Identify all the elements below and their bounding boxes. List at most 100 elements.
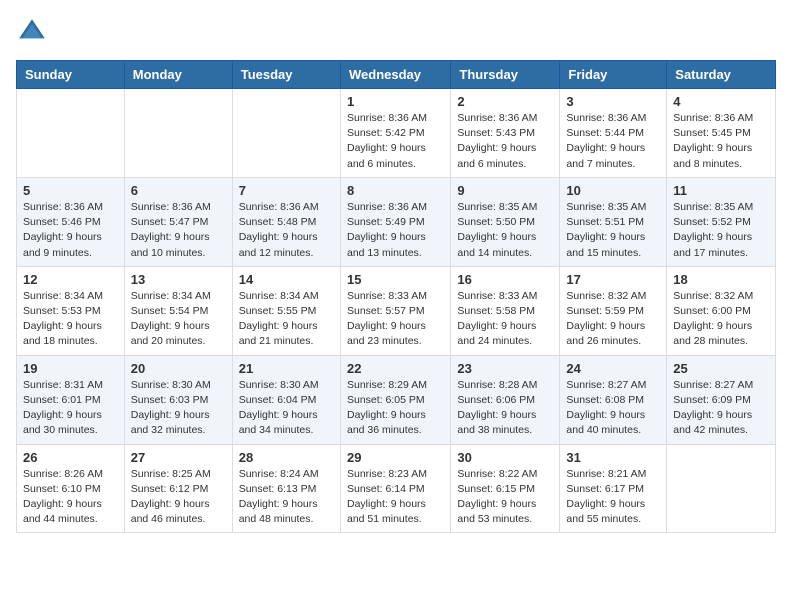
day-cell [17, 89, 125, 178]
calendar-header-row: SundayMondayTuesdayWednesdayThursdayFrid… [17, 61, 776, 89]
day-number: 13 [131, 272, 226, 287]
day-info: Sunrise: 8:24 AM Sunset: 6:13 PM Dayligh… [239, 467, 334, 528]
day-info: Sunrise: 8:27 AM Sunset: 6:09 PM Dayligh… [673, 378, 769, 439]
day-info: Sunrise: 8:36 AM Sunset: 5:48 PM Dayligh… [239, 200, 334, 261]
day-number: 11 [673, 183, 769, 198]
day-number: 23 [457, 361, 553, 376]
day-info: Sunrise: 8:34 AM Sunset: 5:53 PM Dayligh… [23, 289, 118, 350]
day-cell: 12 Sunrise: 8:34 AM Sunset: 5:53 PM Dayli… [17, 266, 125, 355]
day-info: Sunrise: 8:23 AM Sunset: 6:14 PM Dayligh… [347, 467, 444, 528]
day-cell: 13 Sunrise: 8:34 AM Sunset: 5:54 PM Dayli… [124, 266, 232, 355]
col-header-saturday: Saturday [667, 61, 776, 89]
day-cell: 31 Sunrise: 8:21 AM Sunset: 6:17 PM Dayli… [560, 444, 667, 533]
day-info: Sunrise: 8:32 AM Sunset: 6:00 PM Dayligh… [673, 289, 769, 350]
day-cell: 15Sunrise: 8:33 AM Sunset: 5:57 PM Dayli… [340, 266, 450, 355]
day-cell [667, 444, 776, 533]
day-info: Sunrise: 8:26 AM Sunset: 6:10 PM Dayligh… [23, 467, 118, 528]
day-number: 28 [239, 450, 334, 465]
day-info: Sunrise: 8:29 AM Sunset: 6:05 PM Dayligh… [347, 378, 444, 439]
day-cell: 4 Sunrise: 8:36 AM Sunset: 5:45 PM Daylig… [667, 89, 776, 178]
week-row-2: 5Sunrise: 8:36 AM Sunset: 5:46 PM Daylig… [17, 177, 776, 266]
day-cell [232, 89, 340, 178]
day-cell: 16 Sunrise: 8:33 AM Sunset: 5:58 PM Dayli… [451, 266, 560, 355]
day-cell: 2Sunrise: 8:36 AM Sunset: 5:43 PM Daylig… [451, 89, 560, 178]
day-cell: 7 Sunrise: 8:36 AM Sunset: 5:48 PM Daylig… [232, 177, 340, 266]
day-info: Sunrise: 8:35 AM Sunset: 5:51 PM Dayligh… [566, 200, 660, 261]
day-info: Sunrise: 8:36 AM Sunset: 5:47 PM Dayligh… [131, 200, 226, 261]
day-info: Sunrise: 8:25 AM Sunset: 6:12 PM Dayligh… [131, 467, 226, 528]
day-number: 19 [23, 361, 118, 376]
day-number: 10 [566, 183, 660, 198]
day-number: 29 [347, 450, 444, 465]
day-info: Sunrise: 8:33 AM Sunset: 5:58 PM Dayligh… [457, 289, 553, 350]
day-number: 3 [566, 94, 660, 109]
day-number: 12 [23, 272, 118, 287]
day-number: 18 [673, 272, 769, 287]
day-cell: 21 Sunrise: 8:30 AM Sunset: 6:04 PM Dayli… [232, 355, 340, 444]
week-row-4: 19 Sunrise: 8:31 AM Sunset: 6:01 PM Dayli… [17, 355, 776, 444]
day-cell: 9Sunrise: 8:35 AM Sunset: 5:50 PM Daylig… [451, 177, 560, 266]
day-number: 6 [131, 183, 226, 198]
day-info: Sunrise: 8:36 AM Sunset: 5:45 PM Dayligh… [673, 111, 769, 172]
day-cell: 8Sunrise: 8:36 AM Sunset: 5:49 PM Daylig… [340, 177, 450, 266]
day-cell: 27 Sunrise: 8:25 AM Sunset: 6:12 PM Dayli… [124, 444, 232, 533]
col-header-wednesday: Wednesday [340, 61, 450, 89]
day-cell: 30Sunrise: 8:22 AM Sunset: 6:15 PM Dayli… [451, 444, 560, 533]
day-number: 9 [457, 183, 553, 198]
day-info: Sunrise: 8:34 AM Sunset: 5:55 PM Dayligh… [239, 289, 334, 350]
day-cell: 17 Sunrise: 8:32 AM Sunset: 5:59 PM Dayli… [560, 266, 667, 355]
day-cell [124, 89, 232, 178]
day-number: 20 [131, 361, 226, 376]
calendar: SundayMondayTuesdayWednesdayThursdayFrid… [16, 60, 776, 533]
day-cell: 22 Sunrise: 8:29 AM Sunset: 6:05 PM Dayli… [340, 355, 450, 444]
logo [16, 16, 52, 48]
day-info: Sunrise: 8:34 AM Sunset: 5:54 PM Dayligh… [131, 289, 226, 350]
logo-icon [16, 16, 48, 48]
week-row-3: 12 Sunrise: 8:34 AM Sunset: 5:53 PM Dayli… [17, 266, 776, 355]
day-info: Sunrise: 8:32 AM Sunset: 5:59 PM Dayligh… [566, 289, 660, 350]
col-header-monday: Monday [124, 61, 232, 89]
day-number: 30 [457, 450, 553, 465]
day-info: Sunrise: 8:30 AM Sunset: 6:04 PM Dayligh… [239, 378, 334, 439]
day-info: Sunrise: 8:36 AM Sunset: 5:42 PM Dayligh… [347, 111, 444, 172]
day-number: 21 [239, 361, 334, 376]
day-info: Sunrise: 8:31 AM Sunset: 6:01 PM Dayligh… [23, 378, 118, 439]
day-info: Sunrise: 8:36 AM Sunset: 5:46 PM Dayligh… [23, 200, 118, 261]
day-number: 14 [239, 272, 334, 287]
day-number: 31 [566, 450, 660, 465]
day-cell: 23 Sunrise: 8:28 AM Sunset: 6:06 PM Dayli… [451, 355, 560, 444]
day-cell: 3 Sunrise: 8:36 AM Sunset: 5:44 PM Daylig… [560, 89, 667, 178]
day-cell: 28 Sunrise: 8:24 AM Sunset: 6:13 PM Dayli… [232, 444, 340, 533]
day-cell: 20Sunrise: 8:30 AM Sunset: 6:03 PM Dayli… [124, 355, 232, 444]
day-cell: 24Sunrise: 8:27 AM Sunset: 6:08 PM Dayli… [560, 355, 667, 444]
day-cell: 26Sunrise: 8:26 AM Sunset: 6:10 PM Dayli… [17, 444, 125, 533]
day-number: 1 [347, 94, 444, 109]
day-number: 22 [347, 361, 444, 376]
day-number: 16 [457, 272, 553, 287]
day-cell: 18 Sunrise: 8:32 AM Sunset: 6:00 PM Dayli… [667, 266, 776, 355]
day-cell: 6 Sunrise: 8:36 AM Sunset: 5:47 PM Daylig… [124, 177, 232, 266]
col-header-tuesday: Tuesday [232, 61, 340, 89]
day-cell: 5Sunrise: 8:36 AM Sunset: 5:46 PM Daylig… [17, 177, 125, 266]
day-number: 8 [347, 183, 444, 198]
day-info: Sunrise: 8:21 AM Sunset: 6:17 PM Dayligh… [566, 467, 660, 528]
day-number: 27 [131, 450, 226, 465]
header [16, 16, 776, 48]
col-header-sunday: Sunday [17, 61, 125, 89]
day-number: 24 [566, 361, 660, 376]
day-cell: 19 Sunrise: 8:31 AM Sunset: 6:01 PM Dayli… [17, 355, 125, 444]
day-number: 7 [239, 183, 334, 198]
day-number: 17 [566, 272, 660, 287]
day-cell: 10 Sunrise: 8:35 AM Sunset: 5:51 PM Dayli… [560, 177, 667, 266]
day-cell: 14 Sunrise: 8:34 AM Sunset: 5:55 PM Dayli… [232, 266, 340, 355]
week-row-1: 1 Sunrise: 8:36 AM Sunset: 5:42 PM Daylig… [17, 89, 776, 178]
day-info: Sunrise: 8:28 AM Sunset: 6:06 PM Dayligh… [457, 378, 553, 439]
day-cell: 1 Sunrise: 8:36 AM Sunset: 5:42 PM Daylig… [340, 89, 450, 178]
day-number: 4 [673, 94, 769, 109]
day-number: 2 [457, 94, 553, 109]
day-cell: 29 Sunrise: 8:23 AM Sunset: 6:14 PM Dayli… [340, 444, 450, 533]
day-info: Sunrise: 8:35 AM Sunset: 5:52 PM Dayligh… [673, 200, 769, 261]
day-info: Sunrise: 8:36 AM Sunset: 5:44 PM Dayligh… [566, 111, 660, 172]
day-number: 25 [673, 361, 769, 376]
week-row-5: 26Sunrise: 8:26 AM Sunset: 6:10 PM Dayli… [17, 444, 776, 533]
